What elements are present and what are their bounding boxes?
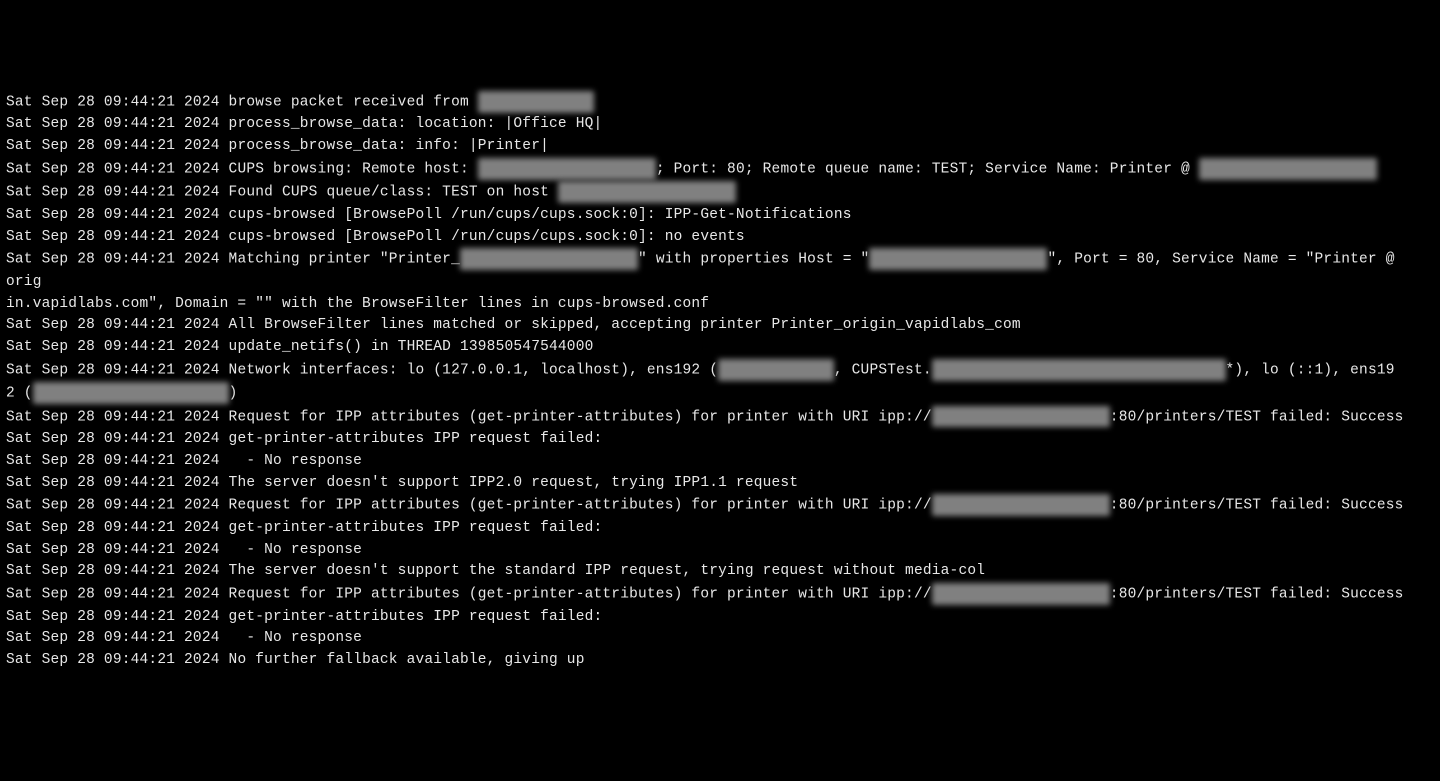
log-line: Sat Sep 28 09:44:21 2024 get-printer-att… <box>6 518 1434 540</box>
log-line: Sat Sep 28 09:44:21 2024 cups-browsed [B… <box>6 227 1434 249</box>
timestamp: Sat Sep 28 09:44:21 2024 <box>6 453 220 469</box>
log-text: cups-browsed [BrowsePoll /run/cups/cups.… <box>220 207 852 223</box>
log-text: :80/printers/TEST failed: Success <box>1110 587 1404 603</box>
timestamp: Sat Sep 28 09:44:21 2024 <box>6 475 220 491</box>
redacted-text <box>932 359 1226 381</box>
redacted-text: origin.vapidlabs.com <box>558 181 736 203</box>
redacted-text: 47.106.145.21 <box>478 91 594 113</box>
log-text: browse packet received from <box>220 95 478 111</box>
log-text: Request for IPP attributes (get-printer-… <box>220 409 932 425</box>
log-line: in.vapidlabs.com", Domain = "" with the … <box>6 294 1434 316</box>
log-text: - No response <box>220 542 362 558</box>
log-line: Sat Sep 28 09:44:21 2024 No further fall… <box>6 650 1434 672</box>
log-text: get-printer-attributes IPP request faile… <box>220 520 603 536</box>
timestamp: Sat Sep 28 09:44:21 2024 <box>6 207 220 223</box>
log-line: Sat Sep 28 09:44:21 2024 Request for IPP… <box>6 583 1434 606</box>
timestamp: Sat Sep 28 09:44:21 2024 <box>6 252 220 268</box>
log-text: No further fallback available, giving up <box>220 652 585 668</box>
log-text: - No response <box>220 453 362 469</box>
timestamp: Sat Sep 28 09:44:21 2024 <box>6 339 220 355</box>
log-line: Sat Sep 28 09:44:21 2024 The server does… <box>6 473 1434 495</box>
redacted-text: origin.vapidlabs.com <box>932 583 1110 605</box>
log-text: :80/printers/TEST failed: Success <box>1110 409 1404 425</box>
timestamp: Sat Sep 28 09:44:21 2024 <box>6 498 220 514</box>
log-text: cups-browsed [BrowsePoll /run/cups/cups.… <box>220 229 745 245</box>
redacted-text: fe80::a00:27ff:fe28:9d <box>33 382 229 404</box>
log-line: Sat Sep 28 09:44:21 2024 CUPS browsing: … <box>6 158 1434 181</box>
log-line: Sat Sep 28 09:44:21 2024 Request for IPP… <box>6 406 1434 429</box>
log-text: 2 ( <box>6 386 33 402</box>
log-line: 2 (fe80::a00:27ff:fe28:9d) <box>6 382 1434 405</box>
timestamp: Sat Sep 28 09:44:21 2024 <box>6 630 220 646</box>
log-line: Sat Sep 28 09:44:21 2024 process_browse_… <box>6 114 1434 136</box>
timestamp: Sat Sep 28 09:44:21 2024 <box>6 542 220 558</box>
timestamp: Sat Sep 28 09:44:21 2024 <box>6 363 220 379</box>
timestamp: Sat Sep 28 09:44:21 2024 <box>6 520 220 536</box>
log-text: process_browse_data: info: |Printer| <box>220 138 549 154</box>
log-text: ; Port: 80; Remote queue name: TEST; Ser… <box>656 162 1199 178</box>
log-text: *), lo (::1), ens19 <box>1226 363 1395 379</box>
log-text: Found CUPS queue/class: TEST on host <box>220 185 558 201</box>
redacted-text: origin.vapidlabs.com <box>869 248 1047 270</box>
timestamp: Sat Sep 28 09:44:21 2024 <box>6 185 220 201</box>
log-text: :80/printers/TEST failed: Success <box>1110 498 1404 514</box>
timestamp: Sat Sep 28 09:44:21 2024 <box>6 162 220 178</box>
log-line: Sat Sep 28 09:44:21 2024 Request for IPP… <box>6 494 1434 517</box>
log-text: Request for IPP attributes (get-printer-… <box>220 587 932 603</box>
timestamp: Sat Sep 28 09:44:21 2024 <box>6 609 220 625</box>
timestamp: Sat Sep 28 09:44:21 2024 <box>6 317 220 333</box>
log-line: Sat Sep 28 09:44:21 2024 cups-browsed [B… <box>6 205 1434 227</box>
redacted-text: 47.106.145.21 <box>718 359 834 381</box>
redacted-text: origin.vapidlabs.com <box>1199 158 1377 180</box>
log-text: " with properties Host = " <box>638 252 869 268</box>
log-text: Network interfaces: lo (127.0.0.1, local… <box>220 363 718 379</box>
timestamp: Sat Sep 28 09:44:21 2024 <box>6 229 220 245</box>
timestamp: Sat Sep 28 09:44:21 2024 <box>6 116 220 132</box>
log-text: Request for IPP attributes (get-printer-… <box>220 498 932 514</box>
log-text: process_browse_data: location: |Office H… <box>220 116 603 132</box>
log-line: Sat Sep 28 09:44:21 2024 Found CUPS queu… <box>6 181 1434 204</box>
log-line: Sat Sep 28 09:44:21 2024 - No response <box>6 628 1434 650</box>
log-text: Matching printer "Printer_ <box>220 252 460 268</box>
redacted-text: origin.vapidlabs.com <box>478 158 656 180</box>
log-text: The server doesn't support the standard … <box>220 563 986 579</box>
log-line: Sat Sep 28 09:44:21 2024 All BrowseFilte… <box>6 315 1434 337</box>
timestamp: Sat Sep 28 09:44:21 2024 <box>6 431 220 447</box>
timestamp: Sat Sep 28 09:44:21 2024 <box>6 95 220 111</box>
timestamp: Sat Sep 28 09:44:21 2024 <box>6 563 220 579</box>
log-line: Sat Sep 28 09:44:21 2024 Matching printe… <box>6 248 1434 293</box>
log-line: Sat Sep 28 09:44:21 2024 Network interfa… <box>6 359 1434 382</box>
log-text: get-printer-attributes IPP request faile… <box>220 431 603 447</box>
log-line: Sat Sep 28 09:44:21 2024 - No response <box>6 540 1434 562</box>
terminal-log: Sat Sep 28 09:44:21 2024 browse packet r… <box>6 91 1434 672</box>
timestamp: Sat Sep 28 09:44:21 2024 <box>6 587 220 603</box>
log-line: Sat Sep 28 09:44:21 2024 process_browse_… <box>6 136 1434 158</box>
log-text: update_netifs() in THREAD 13985054754400… <box>220 339 594 355</box>
redacted-text: origin.vapidlabs.com <box>932 406 1110 428</box>
log-text: , CUPSTest. <box>834 363 932 379</box>
log-line: Sat Sep 28 09:44:21 2024 get-printer-att… <box>6 429 1434 451</box>
log-text: ) <box>229 386 238 402</box>
redacted-text: origin_vapidlabs_com <box>460 248 638 270</box>
timestamp: Sat Sep 28 09:44:21 2024 <box>6 652 220 668</box>
log-text: CUPS browsing: Remote host: <box>220 162 478 178</box>
log-line: Sat Sep 28 09:44:21 2024 update_netifs()… <box>6 337 1434 359</box>
log-line: Sat Sep 28 09:44:21 2024 - No response <box>6 451 1434 473</box>
redacted-text: origin.vapidlabs.com <box>932 494 1110 516</box>
log-text: in.vapidlabs.com", Domain = "" with the … <box>6 296 709 312</box>
timestamp: Sat Sep 28 09:44:21 2024 <box>6 409 220 425</box>
timestamp: Sat Sep 28 09:44:21 2024 <box>6 138 220 154</box>
log-text: All BrowseFilter lines matched or skippe… <box>220 317 1021 333</box>
log-line: Sat Sep 28 09:44:21 2024 The server does… <box>6 561 1434 583</box>
log-line: Sat Sep 28 09:44:21 2024 browse packet r… <box>6 91 1434 114</box>
log-text: get-printer-attributes IPP request faile… <box>220 609 603 625</box>
log-text: - No response <box>220 630 362 646</box>
log-text: The server doesn't support IPP2.0 reques… <box>220 475 799 491</box>
log-line: Sat Sep 28 09:44:21 2024 get-printer-att… <box>6 607 1434 629</box>
